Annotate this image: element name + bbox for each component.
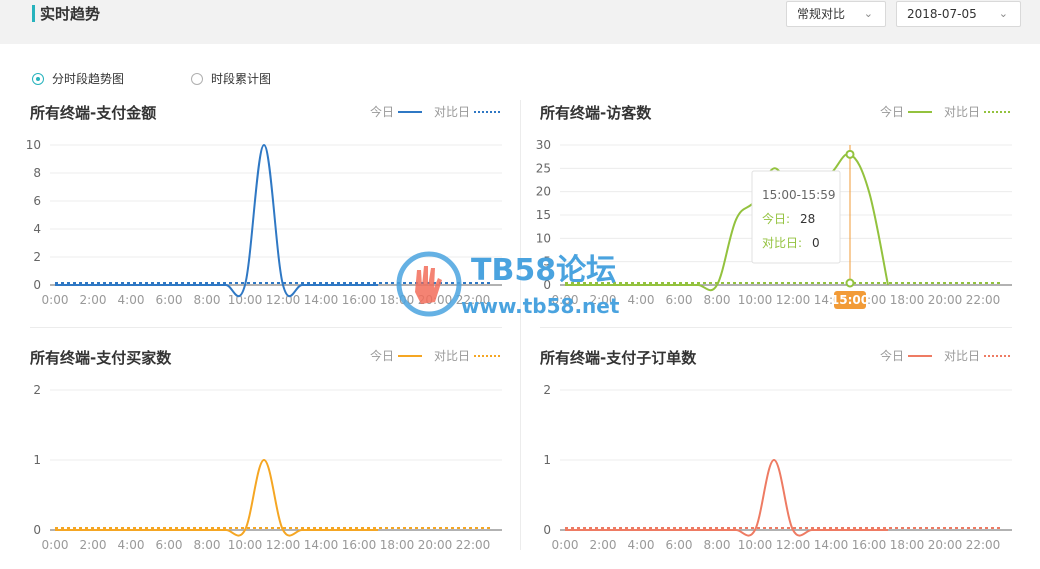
y-tick-label: 25 [536,161,551,175]
x-tick-label: 18:00 [380,538,415,552]
y-tick-label: 0 [33,523,41,537]
legend-label-compare: 对比日 [944,105,980,119]
y-tick-label: 4 [33,222,41,236]
y-tick-label: 30 [536,138,551,152]
x-tick-label: 0:00 [42,538,69,552]
series-line-today [564,458,888,537]
legend-label-today: 今日 [880,104,904,119]
tooltip-compare-label: 对比日: [762,236,802,250]
x-tick-label: 16:00 [342,538,377,552]
x-tick-label: 12:00 [776,538,811,552]
x-tick-label: 2:00 [80,293,107,307]
watermark-url: www.tb58.net [461,294,620,318]
legend-label-today: 今日 [370,104,394,119]
x-tick-label: 20:00 [928,293,963,307]
y-tick-label: 15 [536,208,551,222]
watermark-brand: TB58论坛 [471,253,616,288]
x-tick-label: 6:00 [156,293,183,307]
x-tick-label: 0:00 [552,538,579,552]
y-tick-label: 2 [33,250,41,264]
y-tick-label: 2 [543,383,551,397]
legend-label-compare: 对比日 [434,105,470,119]
tooltip-point-compare [845,278,855,288]
x-tick-label: 6:00 [666,538,693,552]
chart-title: 所有终端-支付买家数 [30,349,172,367]
x-tick-label: 4:00 [118,538,145,552]
x-tick-label: 8:00 [704,293,731,307]
watermark-hand-icon [415,266,442,304]
y-tick-label: 1 [543,453,551,467]
x-tick-label: 20:00 [418,538,453,552]
x-tick-label: 22:00 [966,538,1001,552]
chart-title: 所有终端-支付子订单数 [540,349,697,367]
x-tick-label: 0:00 [42,293,69,307]
chart-title: 所有终端-访客数 [540,104,652,122]
y-tick-label: 0 [543,523,551,537]
x-tick-label: 2:00 [590,538,617,552]
tooltip-compare-value: 0 [812,236,820,250]
x-tick-label: 4:00 [628,538,655,552]
x-tick-label: 18:00 [890,538,925,552]
x-tick-label: 4:00 [118,293,145,307]
x-tick-label: 18:00 [890,293,925,307]
x-tick-label: 12:00 [776,293,811,307]
chart-title: 所有终端-支付金额 [30,104,156,122]
x-tick-label: 10:00 [738,293,773,307]
x-tick-label: 2:00 [80,538,107,552]
legend-label-compare: 对比日 [434,349,470,363]
x-tick-label: 10:00 [228,293,263,307]
x-tick-label: 22:00 [966,293,1001,307]
tooltip-range: 15:00-15:59 [762,188,836,202]
tooltip-point-today [845,149,855,159]
tooltip-today-label: 今日: [762,211,790,226]
x-tick-label: 12:00 [266,293,301,307]
axis-marker-label: 15:00 [831,293,869,307]
legend-label-today: 今日 [370,348,394,363]
y-tick-label: 1 [33,453,41,467]
legend-label-today: 今日 [880,348,904,363]
tooltip-today-value: 28 [800,212,815,226]
x-tick-label: 16:00 [852,538,887,552]
x-tick-label: 12:00 [266,538,301,552]
x-tick-label: 10:00 [738,538,773,552]
x-tick-label: 6:00 [156,538,183,552]
y-tick-label: 6 [33,194,41,208]
x-tick-label: 6:00 [666,293,693,307]
y-tick-label: 10 [26,138,41,152]
x-tick-label: 22:00 [456,538,491,552]
y-tick-label: 8 [33,166,41,180]
y-tick-label: 10 [536,231,551,245]
legend-label-compare: 对比日 [944,349,980,363]
x-tick-label: 14:00 [304,293,339,307]
y-tick-label: 0 [33,278,41,292]
x-tick-label: 14:00 [814,538,849,552]
x-tick-label: 8:00 [194,538,221,552]
x-tick-label: 14:00 [304,538,339,552]
y-tick-label: 20 [536,185,551,199]
x-tick-label: 8:00 [704,538,731,552]
x-tick-label: 8:00 [194,293,221,307]
watermark: TB58论坛 www.tb58.net [396,251,620,318]
y-tick-label: 2 [33,383,41,397]
series-line-today [54,458,378,537]
x-tick-label: 16:00 [342,293,377,307]
x-tick-label: 20:00 [928,538,963,552]
series-line-today [55,143,378,298]
x-tick-label: 10:00 [228,538,263,552]
